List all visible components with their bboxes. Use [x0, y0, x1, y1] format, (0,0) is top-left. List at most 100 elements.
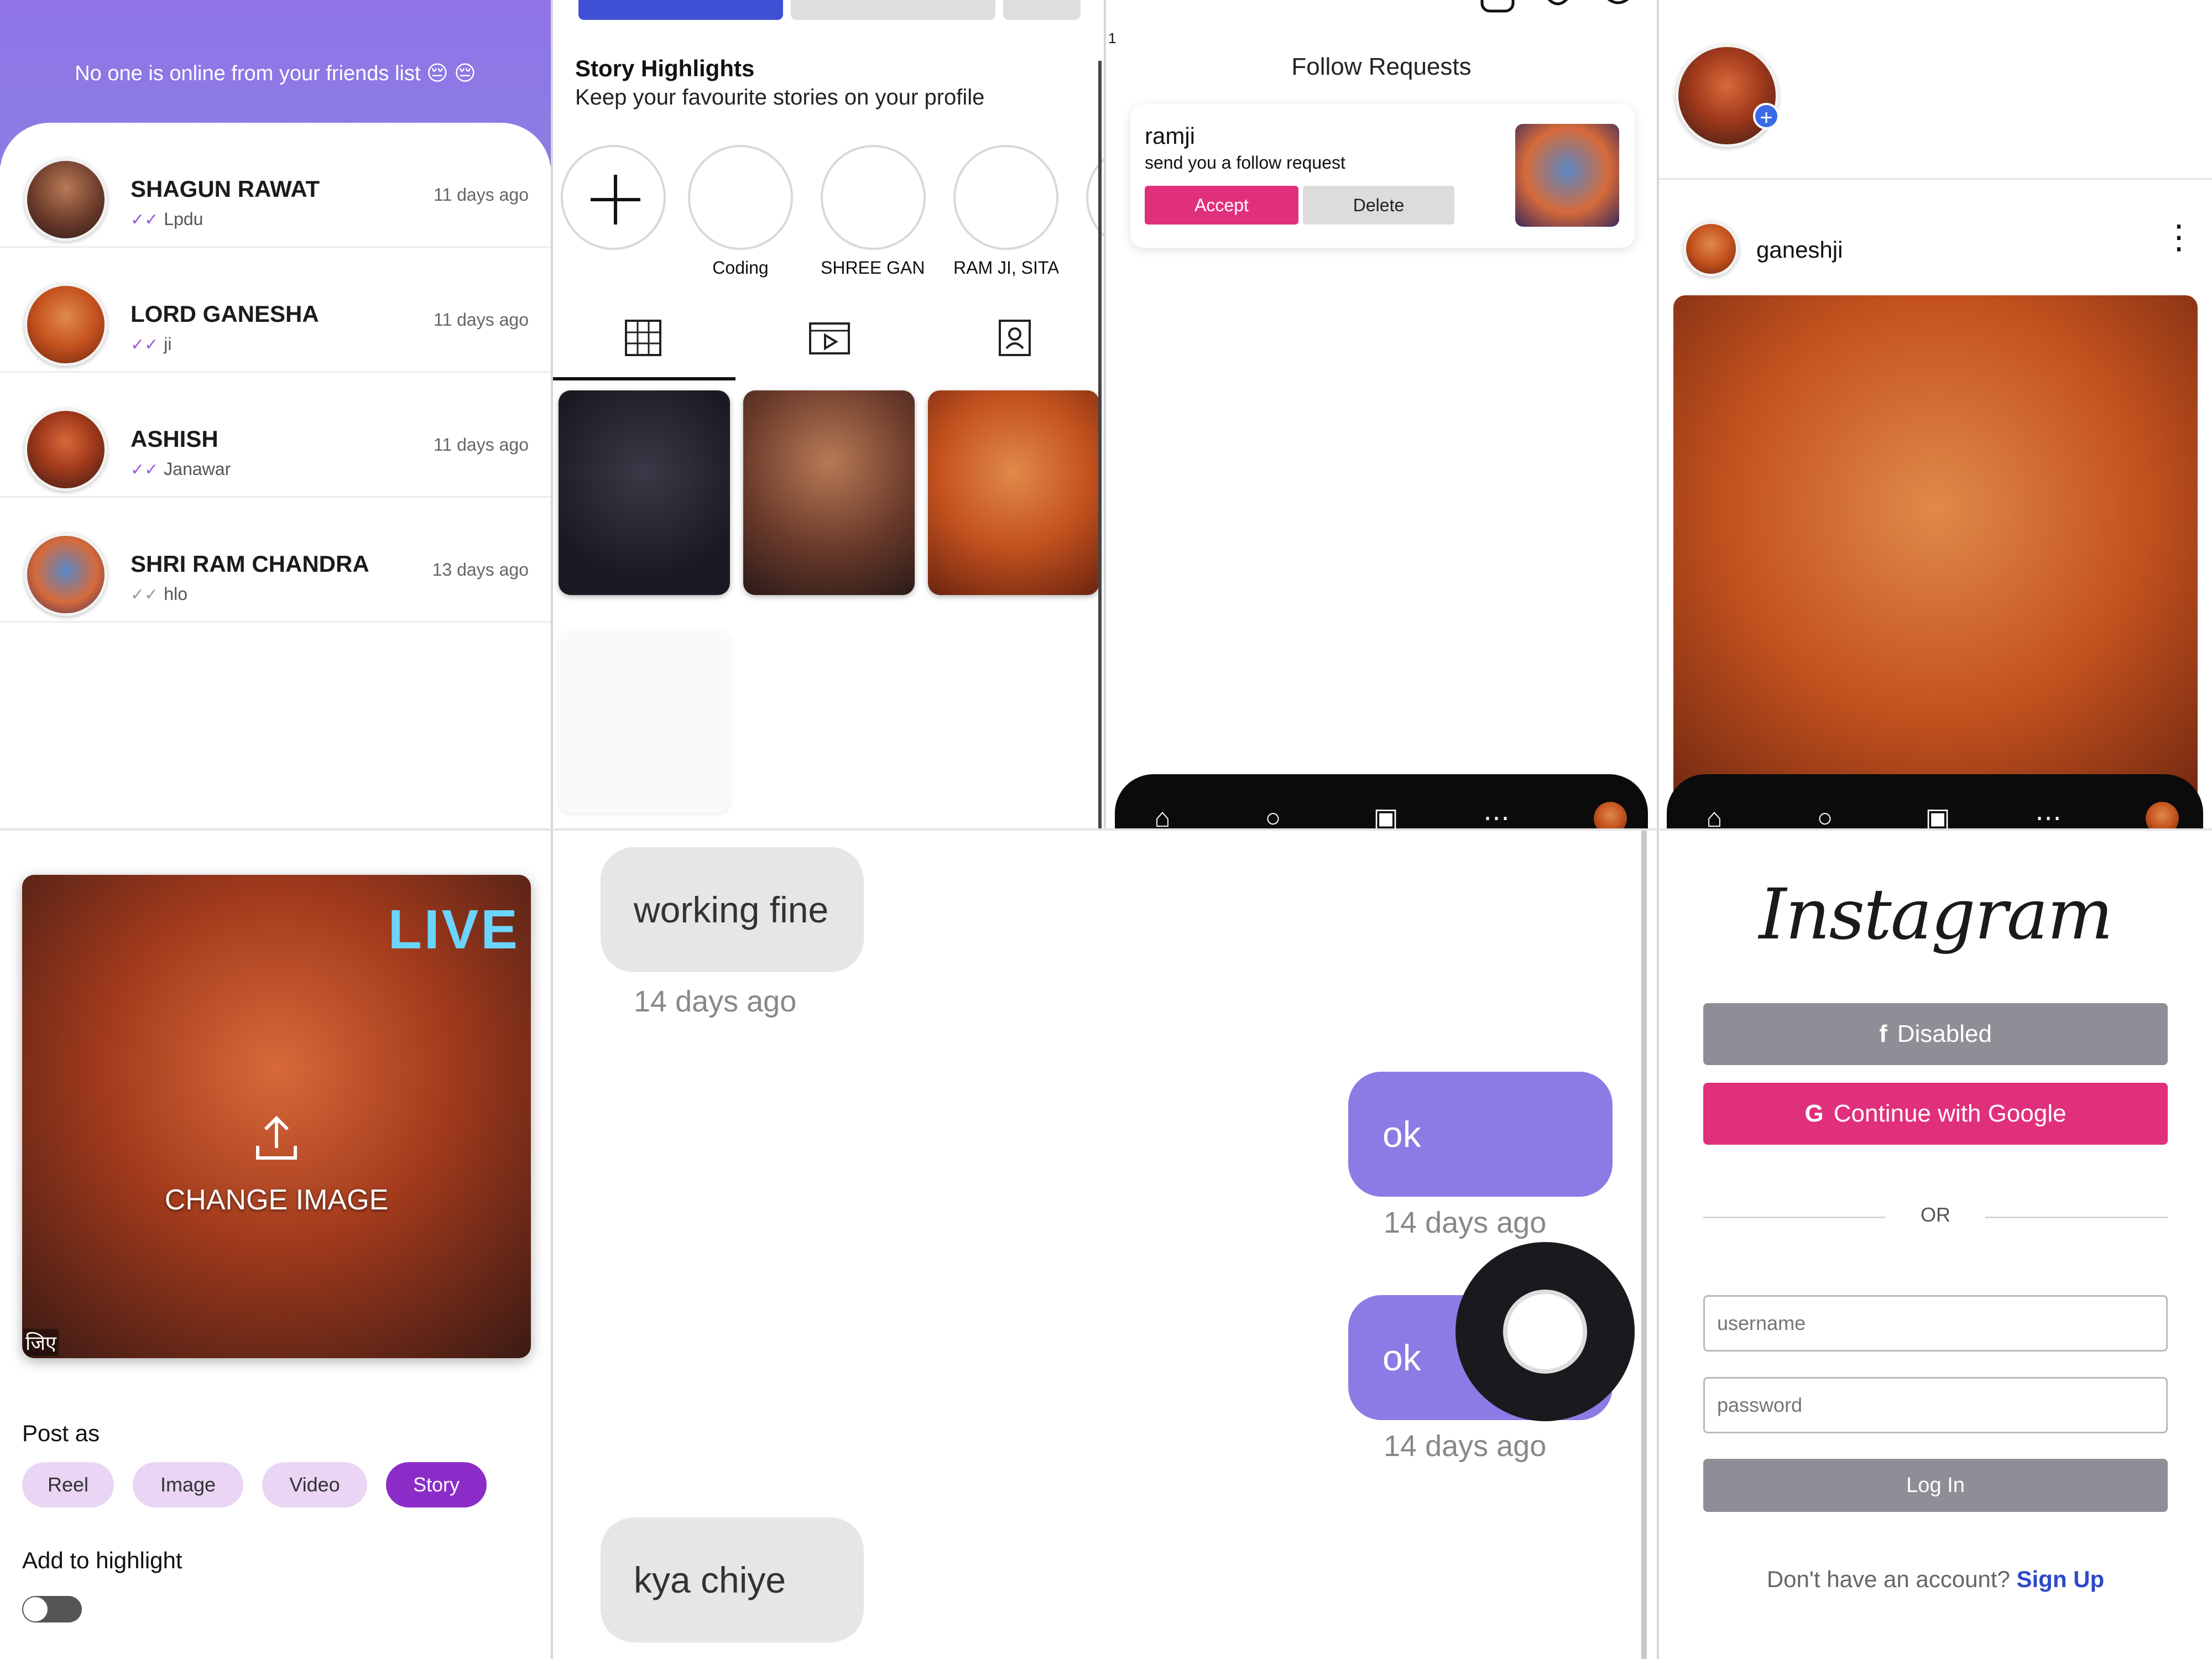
add-highlight-label: Add to highlight	[22, 1547, 182, 1573]
or-separator: OR	[1921, 1203, 1950, 1226]
bottom-nav: ⌂ ○ ▣ ⋯	[1115, 774, 1648, 828]
facebook-icon: f	[1879, 1020, 1887, 1047]
username-input[interactable]	[1703, 1295, 2168, 1352]
my-story-avatar[interactable]	[1676, 44, 1778, 147]
type-chip-reel[interactable]: Reel	[22, 1462, 114, 1507]
profile-tabs	[553, 310, 1104, 382]
highlight-label: Coding	[712, 258, 769, 278]
profile-panel: Story Highlights Keep your favourite sto…	[553, 0, 1104, 828]
messenger-icon[interactable]	[1596, 0, 1640, 17]
last-message: ✓✓ ji	[131, 334, 172, 354]
plus-icon	[591, 175, 640, 225]
google-login-button[interactable]: G Continue with Google	[1703, 1083, 2168, 1145]
reels-icon[interactable]: ▣	[1369, 802, 1402, 828]
reels-icon[interactable]: ▣	[1921, 802, 1954, 828]
share-profile-button[interactable]	[791, 0, 995, 20]
message-time: 14 days ago	[1384, 1206, 1547, 1239]
login-panel: Instagram f Disabled G Continue with Googl…	[1659, 831, 2212, 1659]
chat-name: SHAGUN RAWAT	[131, 176, 320, 202]
chat-row[interactable]: SHRI RAM CHANDRA ✓✓ hlo 13 days ago	[0, 498, 551, 623]
post-thumb[interactable]	[928, 390, 1099, 595]
corner-marker: 1	[1108, 30, 1117, 46]
change-image-label: CHANGE IMAGE	[164, 1184, 389, 1216]
more-icon[interactable]: ⋯	[2032, 802, 2065, 828]
search-icon[interactable]: ○	[1256, 802, 1290, 828]
read-tick-icon: ✓✓	[131, 336, 159, 354]
active-tab-indicator	[553, 377, 735, 380]
upload-icon	[256, 1115, 297, 1160]
home-icon[interactable]: ⌂	[1146, 802, 1179, 828]
add-post-icon[interactable]	[1480, 0, 1516, 14]
avatar	[24, 408, 107, 491]
post-thumb[interactable]	[559, 390, 730, 595]
profile-avatar-icon[interactable]	[2146, 802, 2179, 828]
chat-row[interactable]: SHAGUN RAWAT ✓✓ Lpdu 11 days ago	[0, 123, 551, 248]
highlight-thumb	[953, 145, 1058, 250]
message-time: 14 days ago	[1384, 1430, 1547, 1463]
grid-icon[interactable]	[624, 319, 662, 357]
post-thumb[interactable]	[743, 390, 915, 595]
chat-row[interactable]: LORD GANESHA ✓✓ ji 11 days ago	[0, 248, 551, 373]
highlights-subtitle: Keep your favourite stories on your prof…	[575, 85, 985, 109]
signup-link[interactable]: Sign Up	[2017, 1566, 2105, 1592]
password-input[interactable]	[1703, 1377, 2168, 1433]
chat-row[interactable]: ASHISH ✓✓ Janawar 11 days ago	[0, 373, 551, 498]
post-as-label: Post as	[22, 1420, 100, 1446]
bottom-nav: ⌂ ○ ▣ ⋯	[1667, 774, 2203, 828]
post-image[interactable]	[1673, 295, 2198, 826]
highlight-item[interactable]: SHREE GANESH	[821, 145, 926, 278]
highlight-thumb	[821, 145, 926, 250]
selected-image[interactable]: LIVE CHANGE IMAGE जिए	[22, 875, 531, 1358]
post-author-avatar[interactable]	[1683, 221, 1739, 276]
post-options-icon[interactable]: ⋮	[2162, 221, 2195, 254]
live-watermark: LIVE	[388, 899, 520, 961]
highlight-toggle[interactable]	[22, 1596, 82, 1623]
reels-icon[interactable]	[808, 322, 851, 358]
signup-question: Don't have an account?	[1766, 1566, 2010, 1592]
heart-icon[interactable]	[1540, 0, 1576, 14]
scrollbar[interactable]	[1641, 831, 1647, 1659]
chats-panel: No one is online from your friends list …	[0, 0, 551, 828]
add-story-icon[interactable]: +	[1753, 103, 1780, 130]
more-button[interactable]	[1003, 0, 1081, 20]
highlight-label: SHREE GANESH	[821, 258, 926, 278]
delete-button[interactable]: Delete	[1303, 186, 1454, 225]
conversation-panel: working fine 14 days ago ok 14 days ago …	[553, 831, 1657, 1659]
google-icon: G	[1804, 1100, 1824, 1127]
chat-list: SHAGUN RAWAT ✓✓ Lpdu 11 days ago LORD GAN…	[0, 123, 551, 828]
chat-time: 11 days ago	[434, 185, 529, 205]
type-chip-story[interactable]: Story	[386, 1462, 487, 1507]
login-button[interactable]: Log In	[1703, 1459, 2168, 1512]
scrollbar[interactable]	[1098, 61, 1102, 828]
accept-button[interactable]: Accept	[1145, 186, 1298, 225]
read-tick-icon: ✓✓	[131, 461, 159, 479]
post-username[interactable]: ganeshji	[1756, 237, 1843, 263]
type-chip-image[interactable]: Image	[133, 1462, 243, 1507]
chat-name: LORD GANESHA	[131, 301, 319, 327]
facebook-login-button[interactable]: f Disabled	[1703, 1003, 2168, 1065]
more-icon[interactable]: ⋯	[1480, 802, 1513, 828]
highlight-item[interactable]: RAM JI, SITA M	[953, 145, 1058, 278]
search-icon[interactable]: ○	[1808, 802, 1841, 828]
edit-profile-button[interactable]	[578, 0, 783, 20]
chat-time: 13 days ago	[432, 560, 529, 580]
message-bubble-outgoing: ok	[1348, 1072, 1613, 1197]
tagged-icon[interactable]	[995, 319, 1032, 357]
touch-indicator	[1455, 1242, 1635, 1421]
home-icon[interactable]: ⌂	[1698, 802, 1731, 828]
read-tick-icon: ✓✓	[131, 211, 159, 229]
profile-avatar-icon[interactable]	[1594, 802, 1627, 828]
delivered-tick-icon: ✓✓	[131, 586, 159, 604]
screenshot-collage: No one is online from your friends list …	[0, 0, 2212, 1659]
highlight-item[interactable]: Coding	[688, 145, 793, 278]
new-highlight[interactable]	[561, 145, 666, 250]
last-message: ✓✓ Lpdu	[131, 209, 204, 229]
request-text: send you a follow request	[1145, 153, 1345, 173]
type-chip-video[interactable]: Video	[262, 1462, 367, 1507]
highlight-label: RAM JI, SITA M	[953, 258, 1058, 278]
toggle-knob	[23, 1597, 48, 1621]
requester-avatar	[1515, 124, 1619, 227]
post-thumb[interactable]	[559, 630, 730, 813]
chat-time: 11 days ago	[434, 310, 529, 330]
follow-requests-panel: 1 Follow Requests ramji send you a follo…	[1106, 0, 1657, 828]
